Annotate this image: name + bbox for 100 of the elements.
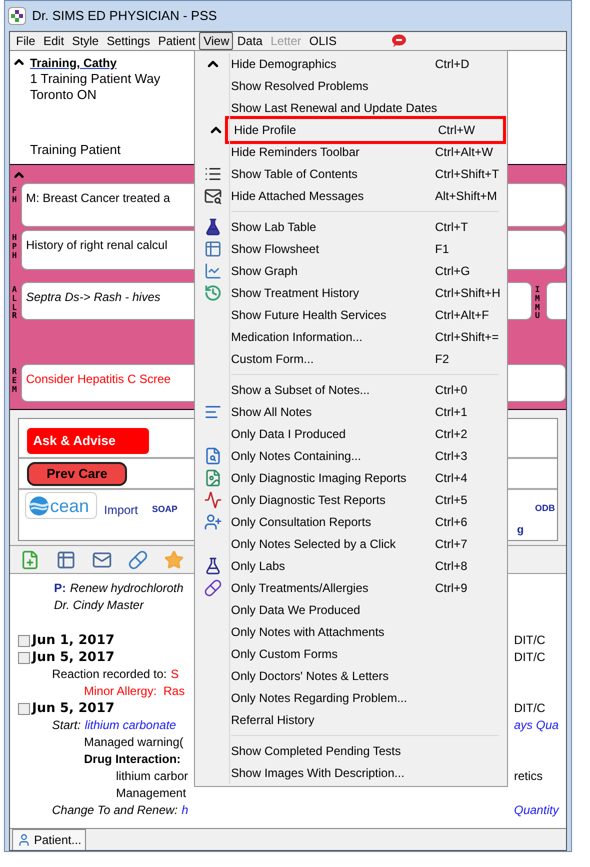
profile-card[interactable] <box>546 282 566 320</box>
note-label: Change To and Renew: <box>52 802 178 819</box>
menu-item[interactable]: Show Treatment History Ctrl+Shift+H <box>195 282 507 304</box>
section-tag: HPH <box>12 234 20 260</box>
menu-item[interactable]: Only Notes Regarding Problem... <box>195 687 507 709</box>
menu-item[interactable]: Hide Demographics Ctrl+D <box>195 53 507 75</box>
menu-item[interactable]: Show Table of Contents Ctrl+Shift+T <box>195 163 507 185</box>
shortcut-text: Ctrl+W <box>438 122 475 139</box>
menu-item[interactable]: Show Flowsheet F1 <box>195 238 507 260</box>
menu-item[interactable]: Show Graph Ctrl+G <box>195 260 507 282</box>
import-link[interactable]: Import <box>104 501 138 540</box>
menu-item[interactable]: Referral History <box>195 709 507 731</box>
star-icon[interactable] <box>164 550 184 570</box>
note-checkbox[interactable] <box>18 634 30 646</box>
shortcut-text: Ctrl+0 <box>435 382 468 399</box>
plan-label: P: <box>54 580 66 597</box>
menu-item[interactable]: Only Data We Produced <box>195 599 507 621</box>
menu-item[interactable]: Show Completed Pending Tests <box>195 740 507 762</box>
reminder-button[interactable]: Prev Care <box>27 462 127 486</box>
menu-bar-item[interactable]: OLIS <box>305 32 341 50</box>
soap-link[interactable]: SOAP <box>152 503 178 540</box>
menu-item[interactable]: Only Notes Containing... Ctrl+3 <box>195 445 507 467</box>
shortcut-text: Ctrl+1 <box>435 404 468 421</box>
shortcut-text: Ctrl+8 <box>435 558 468 575</box>
app-logo-icon <box>8 7 26 25</box>
menu-item[interactable]: Only Data I Produced Ctrl+2 <box>195 423 507 445</box>
menu-item[interactable]: Only Custom Forms <box>195 643 507 665</box>
window-title: Dr. SIMS ED PHYSICIAN - PSS <box>32 7 217 26</box>
menu-item[interactable]: Only Diagnostic Test Reports Ctrl+5 <box>195 489 507 511</box>
menu-item[interactable]: Show Lab Table Ctrl+T <box>195 216 507 238</box>
shortcut-text: Ctrl+2 <box>435 426 468 443</box>
section-tag: REM <box>12 368 20 394</box>
note-text: Managed warning( <box>84 734 184 751</box>
profile-text: M: Breast Cancer treated a <box>26 191 170 205</box>
graph-icon <box>204 262 222 280</box>
shortcut-text: F2 <box>435 351 450 368</box>
swirl-logo-icon <box>29 496 49 516</box>
note-text: Reaction recorded to: <box>52 666 167 683</box>
menu-item[interactable]: Only Notes with Attachments <box>195 621 507 643</box>
flask-icon <box>204 557 222 575</box>
menu-item[interactable]: Show Images With Description... <box>195 762 507 784</box>
shortcut-text: Ctrl+Alt+F <box>435 307 490 324</box>
menu-item[interactable]: Custom Form... F2 <box>195 348 507 370</box>
section-tag: ALLR <box>12 286 20 322</box>
shortcut-text: Ctrl+9 <box>435 580 468 597</box>
menu-item[interactable]: Medication Information... Ctrl+Shift+= <box>195 326 507 348</box>
menu-bar-item[interactable]: File <box>12 32 40 50</box>
note-aside-text: retics <box>514 768 543 785</box>
menu-item[interactable]: Only Consultation Reports Ctrl+6 <box>195 511 507 533</box>
menu-item[interactable]: Show Last Renewal and Update Dates <box>195 97 507 119</box>
link-text[interactable]: g <box>517 522 557 538</box>
pill-icon[interactable] <box>128 550 148 570</box>
reminder-button[interactable]: Ask & Advise <box>27 428 149 454</box>
shortcut-text: Ctrl+G <box>435 263 470 280</box>
shortcut-text: Ctrl+Shift+T <box>435 166 500 183</box>
menu-bar-item[interactable]: Patient <box>154 32 200 50</box>
menu-bar-item[interactable]: Edit <box>39 32 68 50</box>
menu-item[interactable]: Only Treatments/Allergies Ctrl+9 <box>195 577 507 599</box>
menu-item[interactable]: Hide Profile Ctrl+W <box>228 119 503 141</box>
menu-item[interactable]: Only Doctors' Notes & Letters <box>195 665 507 687</box>
new-table-icon[interactable] <box>56 550 76 570</box>
menu-item[interactable]: Hide Reminders Toolbar Ctrl+Alt+W <box>195 141 507 163</box>
person-icon <box>17 833 31 847</box>
menu-item[interactable]: Only Notes Selected by a Click Ctrl+7 <box>195 533 507 555</box>
notes-image-icon <box>204 469 222 487</box>
note-text: Renew hydrochloroth <box>70 580 184 597</box>
menu-bar-item[interactable]: View <box>199 32 234 50</box>
drug-link[interactable]: lithium carbonate <box>84 717 176 734</box>
odb-link[interactable]: ODB <box>535 502 555 516</box>
shortcut-text: Ctrl+5 <box>435 492 468 509</box>
menu-item[interactable]: Only Diagnostic Imaging Reports Ctrl+4 <box>195 467 507 489</box>
shortcut-text: Ctrl+4 <box>435 470 468 487</box>
drug-link[interactable]: h <box>182 802 188 819</box>
allergy-text: Minor Allergy: Ras <box>84 683 185 700</box>
envelope-search-icon <box>204 187 222 205</box>
notes-icon <box>204 403 222 421</box>
menu-bar-item[interactable]: Style <box>68 32 103 50</box>
person-plus-icon <box>204 513 222 531</box>
shortcut-text: Ctrl+Alt+W <box>435 144 494 161</box>
menu-item[interactable]: Only Labs Ctrl+8 <box>195 555 507 577</box>
menu-item[interactable]: Show All Notes Ctrl+1 <box>195 401 507 423</box>
menu-item[interactable]: Hide Attached Messages Alt+Shift+M <box>195 185 507 207</box>
menu-item[interactable]: Show a Subset of Notes... Ctrl+0 <box>195 379 507 401</box>
interaction-heading: Drug Interaction: <box>84 751 181 768</box>
new-message-icon[interactable] <box>92 550 112 570</box>
note-signature: Dr. Cindy Master <box>54 597 144 614</box>
new-note-icon[interactable] <box>20 550 40 570</box>
patient-tab[interactable]: Patient... <box>12 829 86 850</box>
shortcut-text: Ctrl+Shift+= <box>435 329 499 346</box>
profile-text: Consider Hepatitis C Scree <box>26 372 171 386</box>
menu-bar-item[interactable]: Data <box>233 32 267 50</box>
patient-name-link[interactable]: Training, Cathy <box>30 55 160 71</box>
menu-bar-item[interactable]: Settings <box>102 32 154 50</box>
menu-item[interactable]: Show Resolved Problems <box>195 75 507 97</box>
note-text: Management <box>116 785 186 802</box>
note-checkbox[interactable] <box>18 652 30 664</box>
list-icon <box>204 165 222 183</box>
note-checkbox[interactable] <box>18 702 30 714</box>
note-date: Jun 1, 2017 <box>32 632 115 649</box>
menu-item[interactable]: Show Future Health Services Ctrl+Alt+F <box>195 304 507 326</box>
